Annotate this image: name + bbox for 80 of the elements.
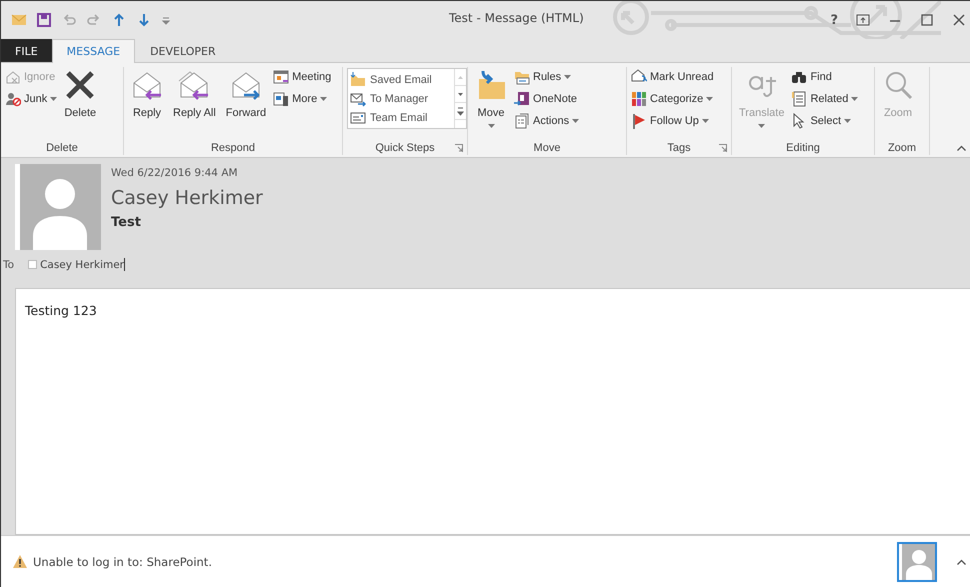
ribbon-button[interactable]: Move <box>472 67 510 130</box>
group-label: Editing <box>786 142 820 154</box>
help-button[interactable]: ? <box>830 12 838 28</box>
people-avatar-icon[interactable] <box>897 542 937 582</box>
warning-icon <box>13 555 27 568</box>
rules-icon <box>514 69 530 85</box>
folder-icon <box>350 72 366 88</box>
ribbon-button[interactable]: Select <box>791 113 858 129</box>
close-icon[interactable] <box>952 13 966 27</box>
ribbon-button[interactable]: Reply All <box>170 67 219 122</box>
caret-icon <box>572 119 580 123</box>
status-message: Unable to log in to: SharePoint. <box>33 554 212 568</box>
caret-icon <box>320 97 328 101</box>
junk-icon <box>5 91 21 107</box>
quick-step-item[interactable]: Team Email <box>350 108 452 127</box>
group-label: Move <box>534 142 560 154</box>
window-icon <box>273 91 290 107</box>
document-icon <box>514 113 530 129</box>
ribbon-button[interactable]: Forward <box>222 67 270 122</box>
caret-icon <box>50 97 58 101</box>
quick-step-item[interactable]: To Manager <box>350 89 452 108</box>
text-cursor <box>124 258 125 271</box>
ribbon-button[interactable]: Categorize <box>631 91 714 107</box>
ribbon-button[interactable]: More <box>273 91 332 107</box>
caret-icon <box>488 124 494 128</box>
redo-icon <box>86 12 102 28</box>
group-label: Respond <box>210 142 256 154</box>
group-label: Tags <box>667 142 691 154</box>
sender-name: Casey Herkimer <box>111 187 263 209</box>
envelope-icon <box>11 12 27 28</box>
save-icon <box>36 12 52 28</box>
dialog-launcher-icon[interactable] <box>719 144 727 152</box>
ribbon-button[interactable]: Follow Up <box>631 113 714 129</box>
subject-text: Test <box>111 215 142 230</box>
ribbon-button[interactable]: Mark Unread <box>631 69 714 85</box>
recipient[interactable]: Casey Herkimer <box>28 258 124 270</box>
document-icon <box>791 91 808 107</box>
ribbon-button[interactable]: Junk <box>5 91 58 107</box>
avatar-icon <box>15 164 101 250</box>
caret-icon <box>851 97 858 101</box>
ribbon-button[interactable]: Meeting <box>273 69 332 85</box>
to-label: To <box>3 258 14 270</box>
binoculars-icon <box>791 69 808 85</box>
group-label: Delete <box>46 142 78 154</box>
group-label: Quick Steps <box>375 142 435 154</box>
color-grid-icon <box>631 91 647 107</box>
ignore-icon <box>5 69 21 85</box>
caret-icon <box>702 119 709 123</box>
ribbon-display-icon[interactable] <box>856 13 870 27</box>
ribbon-button[interactable]: Related <box>791 91 858 107</box>
quick-step-item[interactable]: Saved Email <box>350 70 452 89</box>
sent-date: Wed 6/22/2016 9:44 AM <box>111 167 239 179</box>
caret-icon <box>758 124 766 128</box>
flag-icon <box>631 113 647 129</box>
body-text: Testing 123 <box>25 303 98 318</box>
ribbon-button[interactable]: Actions <box>514 113 580 129</box>
file-tab[interactable]: FILE <box>1 39 52 62</box>
undo-icon <box>61 12 77 28</box>
ribbon-button[interactable]: Delete <box>61 67 100 122</box>
delete-x-icon <box>64 69 96 101</box>
ribbon-button[interactable]: Rules <box>514 69 580 85</box>
dialog-launcher-icon[interactable] <box>455 144 463 152</box>
notebook-icon <box>514 91 530 107</box>
group-label: Zoom <box>888 142 916 154</box>
contact-checkbox-icon <box>28 260 38 269</box>
window-title: Test - Message (HTML) <box>449 11 584 25</box>
ribbon-button[interactable]: Reply <box>128 67 166 122</box>
calendar-icon <box>273 69 290 85</box>
caret-icon <box>564 75 572 79</box>
collapse-ribbon-icon[interactable] <box>957 145 966 151</box>
ribbon-button[interactable]: Find <box>791 69 858 85</box>
caret-icon <box>844 119 852 123</box>
ribbon-button[interactable]: OneNote <box>514 91 580 107</box>
ribbon-tab[interactable]: MESSAGE <box>52 39 136 63</box>
caret-icon <box>706 97 714 101</box>
reply-all-envelope-icon <box>178 69 210 101</box>
maximize-icon[interactable] <box>920 13 934 27</box>
expand-people-pane-icon[interactable] <box>957 558 966 564</box>
message-icon <box>350 110 366 126</box>
ribbon-tab[interactable]: DEVELOPER <box>135 39 231 62</box>
